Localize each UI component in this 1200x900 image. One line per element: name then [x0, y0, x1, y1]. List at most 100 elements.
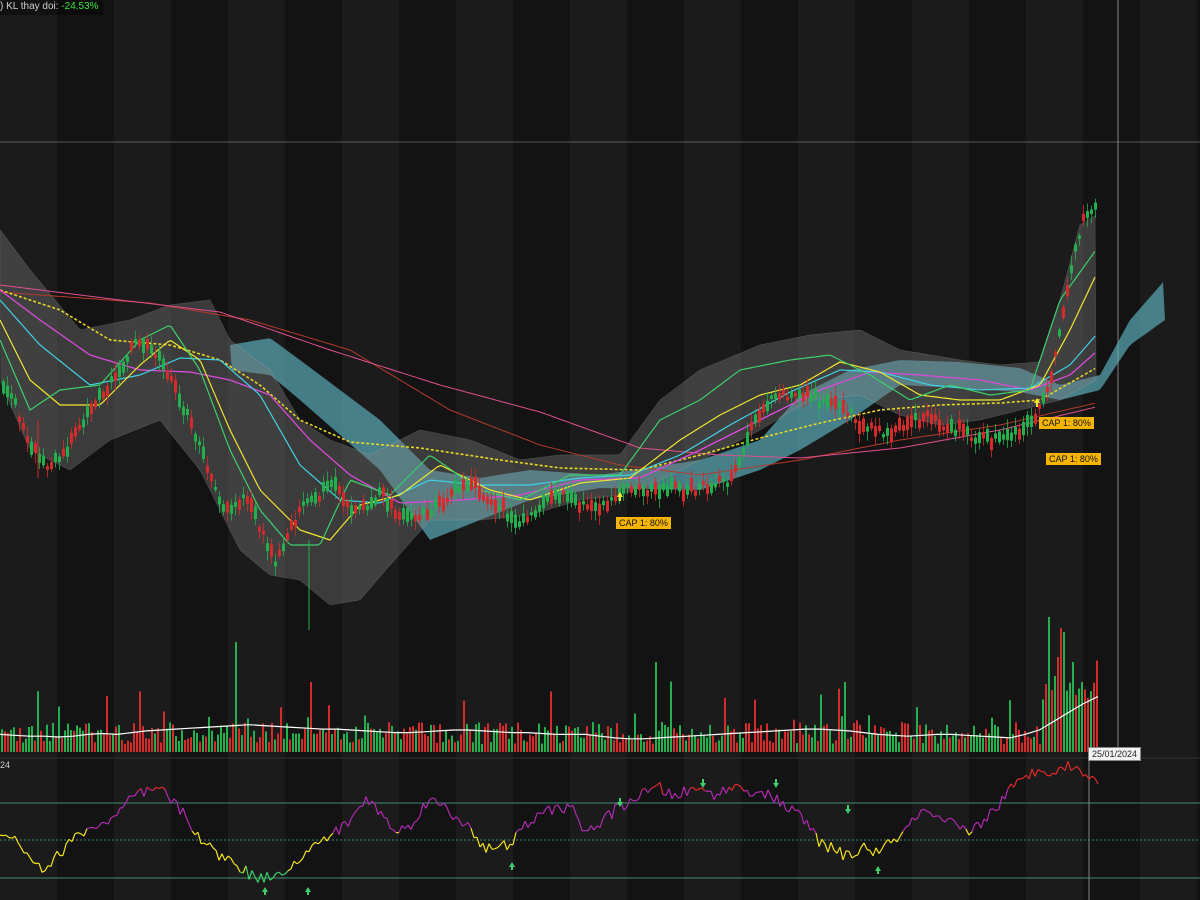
- volume-bar: [475, 724, 477, 752]
- volume-bar: [997, 726, 999, 752]
- candle-body: [678, 483, 681, 492]
- volume-bar: [424, 734, 426, 752]
- candle-body: [130, 341, 133, 351]
- oscillator-segment: [317, 840, 322, 845]
- candle-body: [162, 358, 165, 370]
- oscillator-segment: [422, 803, 427, 809]
- oscillator-segment: [875, 847, 880, 854]
- volume-bar: [556, 725, 558, 752]
- volume-bar: [175, 736, 177, 752]
- candle-body: [114, 372, 117, 381]
- oscillator-segment: [638, 789, 643, 799]
- oscillator-segment: [191, 830, 196, 836]
- candle-body: [842, 399, 845, 414]
- candle-body: [354, 505, 357, 514]
- volume-bar: [742, 737, 744, 752]
- candle-body: [586, 504, 589, 510]
- oscillator-segment: [863, 842, 868, 850]
- volume-bar: [448, 739, 450, 752]
- volume-bar: [433, 725, 435, 752]
- volume-bar: [166, 728, 168, 752]
- oscillator-segment: [335, 826, 340, 835]
- volume-bar: [784, 731, 786, 752]
- oscillator-segment: [287, 868, 292, 872]
- volume-bar: [85, 723, 87, 752]
- oscillator-segment: [743, 789, 748, 792]
- candle-body: [454, 479, 457, 493]
- candle-body: [6, 385, 9, 398]
- candle-body: [106, 385, 109, 397]
- volume-bar: [907, 723, 909, 752]
- candle-body: [222, 504, 225, 512]
- candle-body: [594, 502, 597, 511]
- oscillator-segment: [1004, 788, 1009, 800]
- oscillator-segment: [311, 841, 316, 846]
- volume-bar: [1060, 628, 1062, 752]
- candle-body: [94, 400, 97, 407]
- candle-body: [1038, 405, 1041, 409]
- volume-bar: [259, 737, 261, 752]
- candle-body: [694, 490, 697, 496]
- candle-body: [970, 437, 973, 441]
- candle-body: [802, 392, 805, 402]
- volume-bar: [334, 729, 336, 752]
- volume-bar: [661, 722, 663, 752]
- oscillator-segment: [95, 825, 100, 830]
- volume-bar: [469, 729, 471, 752]
- volume-bar: [463, 700, 465, 752]
- volume-bar: [862, 735, 864, 752]
- volume-bar: [52, 722, 54, 752]
- volume-bar: [520, 729, 522, 752]
- oscillator-segment: [443, 802, 448, 808]
- candle-body: [1002, 434, 1005, 440]
- oscillator-segment: [107, 817, 112, 825]
- volume-bar: [808, 734, 810, 752]
- oscillator-segment: [293, 860, 298, 865]
- volume-bar: [142, 726, 144, 752]
- candle-body: [1026, 414, 1029, 428]
- volume-bar: [619, 742, 621, 752]
- oscillator-segment: [176, 802, 181, 815]
- candle-body: [646, 489, 649, 497]
- candle-body: [1094, 202, 1097, 210]
- volume-bar: [1048, 617, 1050, 752]
- candle-body: [14, 398, 17, 405]
- candle-body: [602, 500, 605, 506]
- candle-body: [914, 413, 917, 421]
- candle-body: [494, 499, 497, 514]
- volume-bar: [850, 736, 852, 752]
- volume-bar: [364, 715, 366, 752]
- candle-body: [830, 398, 833, 406]
- candle-body: [362, 499, 365, 510]
- candle-body: [266, 543, 269, 552]
- candle-body: [410, 512, 413, 520]
- oscillator-segment: [635, 798, 640, 802]
- volume-bar: [703, 735, 705, 752]
- volume-bar: [607, 726, 609, 752]
- volume-bar: [943, 738, 945, 752]
- oscillator-segment: [209, 842, 214, 849]
- volume-bar: [637, 734, 639, 752]
- volume-bar: [901, 722, 903, 752]
- volume-bar: [760, 725, 762, 752]
- candle-body: [798, 389, 801, 399]
- volume-bar: [565, 725, 567, 752]
- candle-body: [422, 507, 425, 514]
- candle-body: [142, 339, 145, 354]
- oscillator-segment: [0, 834, 4, 837]
- volume-bar: [676, 733, 678, 752]
- volume-bar: [250, 736, 252, 752]
- volume-bar: [67, 723, 69, 752]
- oscillator-segment: [1013, 779, 1018, 788]
- volume-bar: [787, 731, 789, 752]
- volume-bar: [775, 728, 777, 752]
- candle-body: [34, 443, 37, 453]
- oscillator-segment: [908, 817, 913, 826]
- candle-body: [1014, 427, 1017, 435]
- volume-bar: [481, 743, 483, 752]
- candle-body: [966, 426, 969, 436]
- candle-body: [642, 485, 645, 497]
- volume-bar: [268, 742, 270, 752]
- oscillator-segment: [668, 788, 673, 800]
- candle-body: [854, 419, 857, 423]
